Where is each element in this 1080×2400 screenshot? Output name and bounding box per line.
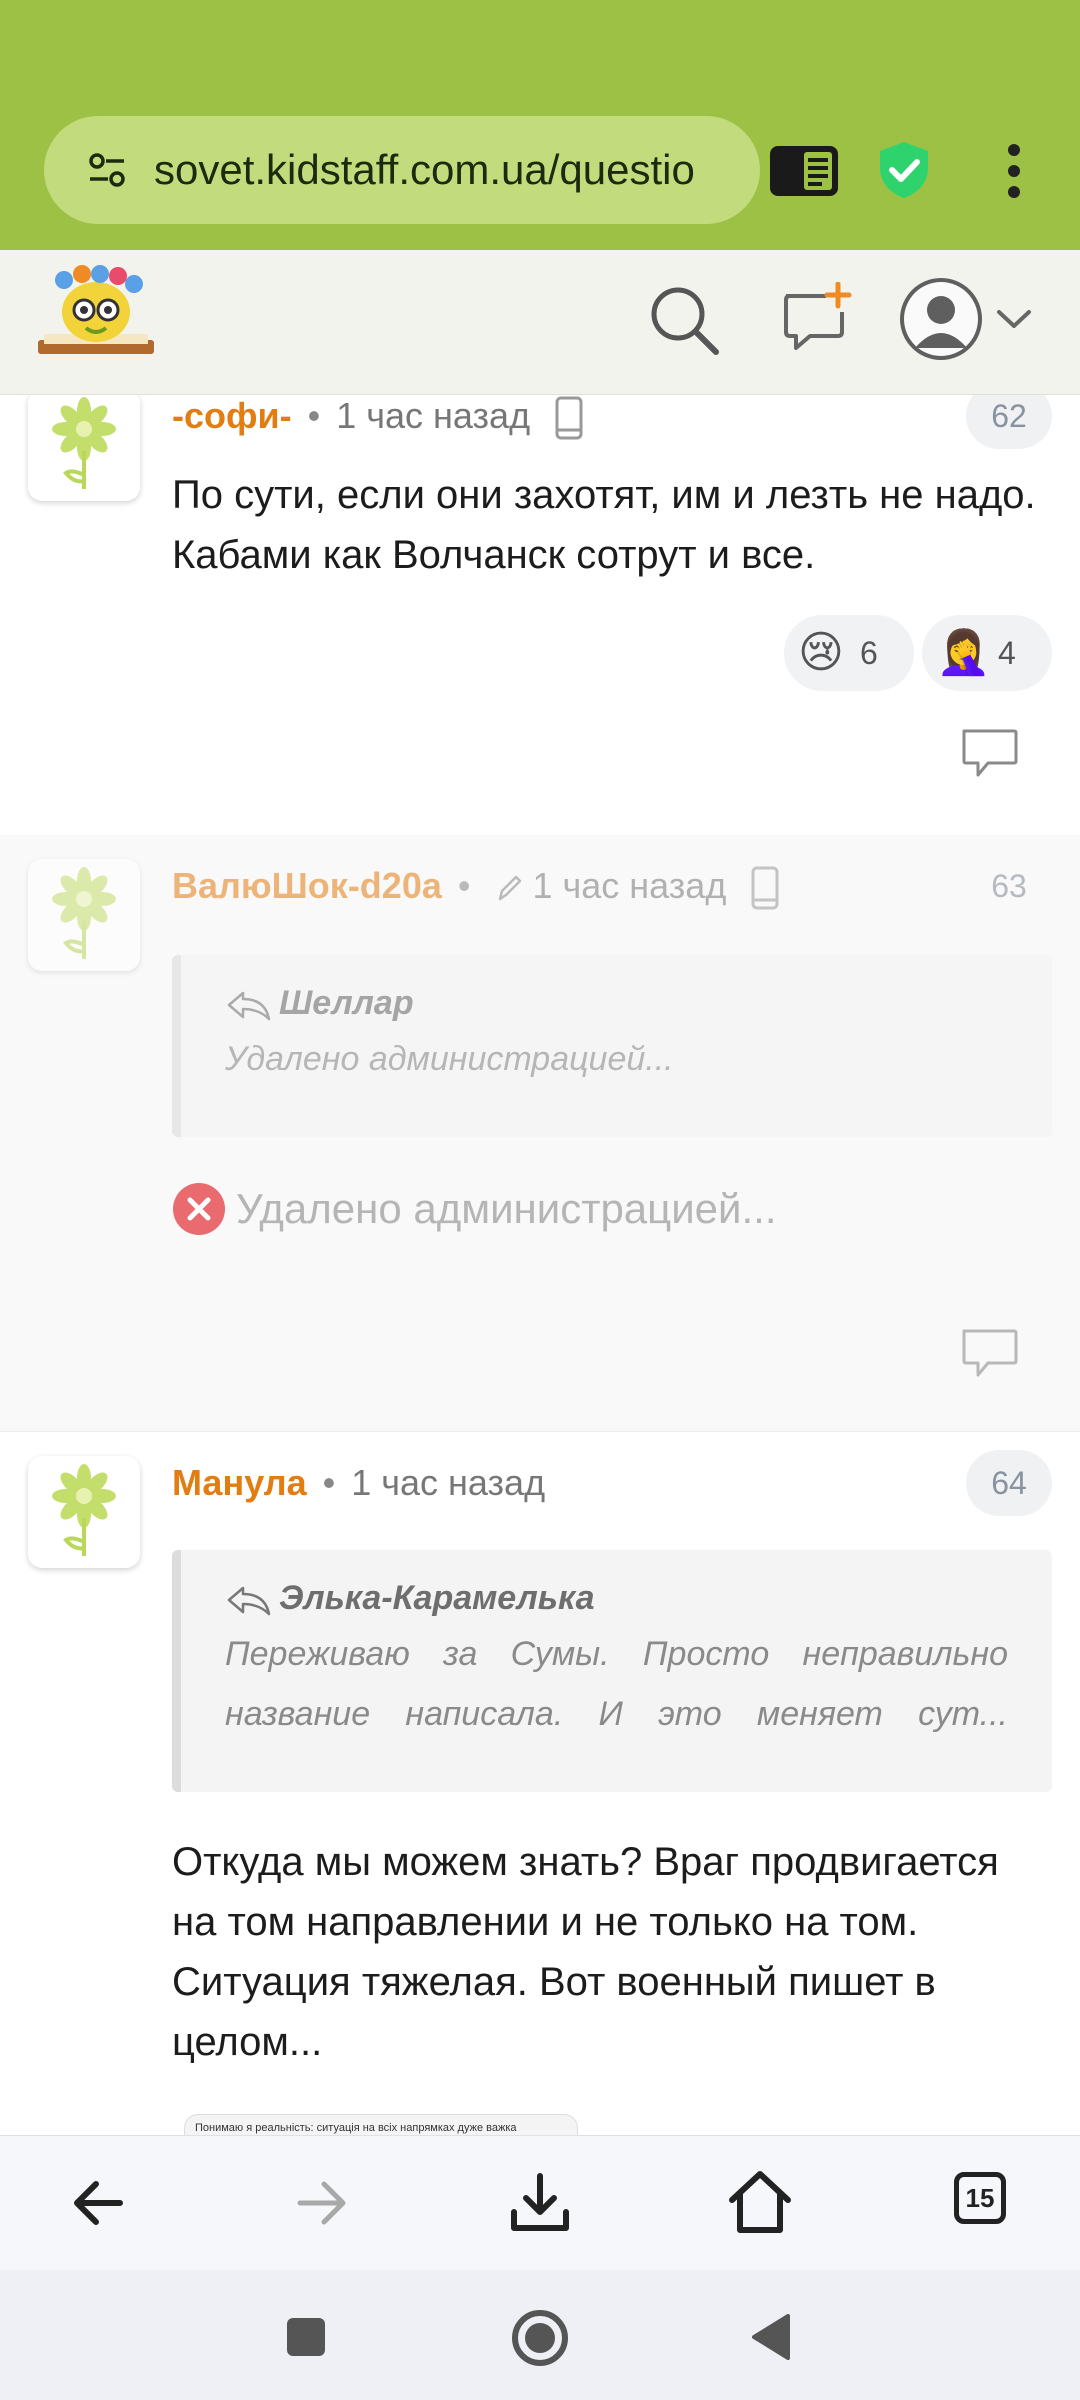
more-menu-icon[interactable] <box>1002 144 1026 198</box>
address-bar[interactable]: sovet.kidstaff.com.ua/questio <box>44 116 760 224</box>
reply-comment-icon[interactable] <box>958 1325 1020 1379</box>
quote-block[interactable]: Элька-Карамелька Переживаю за Сумы. Прос… <box>172 1550 1052 1792</box>
reaction-facepalm[interactable]: 🤦‍♀️ 4 <box>922 615 1052 691</box>
reaction-count: 6 <box>860 635 878 671</box>
forward-arrow-icon[interactable] <box>280 2166 360 2240</box>
back-button[interactable] <box>750 2312 792 2362</box>
deleted-notice: Удалено администрацией... <box>172 1181 777 1237</box>
quote-text: Переживаю за Сумы. Просто неправильно на… <box>225 1635 1008 1733</box>
deleted-text: Удалено администрацией... <box>236 1185 777 1232</box>
deleted-x-icon <box>173 1183 225 1235</box>
recent-apps-button[interactable] <box>287 2318 325 2356</box>
browser-toolbar: sovet.kidstaff.com.ua/questio <box>0 0 1080 250</box>
mobile-device-icon <box>555 396 583 440</box>
crying-face-icon: 😢 <box>798 628 844 677</box>
kidstaff-logo[interactable] <box>34 264 158 364</box>
avatar[interactable] <box>28 395 140 501</box>
quote-author: Элька-Карамелька <box>279 1579 595 1617</box>
comment-author[interactable]: Манула <box>172 1462 307 1503</box>
comment-time: 1 час назад <box>351 1462 546 1503</box>
comment-text: По сути, если они захотят, им и лезть не… <box>172 473 1036 577</box>
browser-bottom-toolbar: 15 <box>0 2135 1080 2270</box>
tabs-counter[interactable]: 15 <box>954 2172 1006 2224</box>
reader-mode-icon[interactable] <box>768 144 840 198</box>
mobile-device-icon <box>751 866 779 910</box>
flower-avatar-icon <box>52 1464 116 1556</box>
avatar[interactable] <box>28 859 140 971</box>
embedded-preview-text: Понимаю я реальність: ситуація на всіх н… <box>195 2122 517 2134</box>
reply-comment-icon[interactable] <box>958 725 1020 779</box>
download-icon[interactable] <box>500 2166 580 2240</box>
home-icon[interactable] <box>720 2166 800 2240</box>
reaction-count: 4 <box>998 635 1016 671</box>
comment-63: ВалюШок-d20a • 1 час назад 63 Шеллар Удал… <box>0 835 1080 1431</box>
avatar[interactable] <box>28 1456 140 1568</box>
chevron-down-icon[interactable] <box>996 308 1032 330</box>
quote-author: Шеллар <box>279 984 414 1022</box>
site-settings-icon[interactable] <box>88 152 126 188</box>
user-avatar[interactable] <box>900 278 982 360</box>
new-question-icon[interactable] <box>780 282 852 352</box>
embedded-image-preview[interactable]: Понимаю я реальність: ситуація на всіх н… <box>184 2114 578 2135</box>
comment-number[interactable]: 64 <box>966 1450 1052 1516</box>
comment-author[interactable]: ВалюШок-d20a <box>172 865 442 906</box>
shield-check-icon[interactable] <box>876 140 932 200</box>
url-text: sovet.kidstaff.com.ua/questio <box>154 146 695 193</box>
comment-64: Манула • 1 час назад 64 Элька-Карамелька П… <box>0 1431 1080 2135</box>
comments-list: -софи- • 1 час назад 62 По сути, если они … <box>0 395 1080 2135</box>
site-header <box>0 250 1080 395</box>
comment-time: 1 час назад <box>336 395 531 436</box>
pencil-edited-icon <box>499 876 522 901</box>
comment-author[interactable]: -софи- <box>172 395 292 436</box>
facepalm-icon: 🤦‍♀️ <box>936 628 991 677</box>
reaction-crying[interactable]: 😢 6 <box>784 615 914 691</box>
flower-avatar-icon <box>52 867 116 959</box>
comment-number[interactable]: 63 <box>966 853 1052 919</box>
comment-time: 1 час назад <box>532 865 727 906</box>
search-icon[interactable] <box>648 284 720 356</box>
quote-block[interactable]: Шеллар Удалено администрацией... <box>172 955 1052 1137</box>
comment-text: Откуда мы можем знать? Враг продвигается… <box>172 1840 999 2064</box>
flower-avatar-icon <box>52 397 116 489</box>
home-button[interactable] <box>510 2308 570 2368</box>
comment-number[interactable]: 62 <box>966 395 1052 449</box>
quote-text: Удалено администрацией... <box>225 1040 674 1078</box>
back-arrow-icon[interactable] <box>60 2166 140 2240</box>
system-navigation-bar <box>0 2270 1080 2400</box>
reply-arrow-icon <box>227 991 271 1021</box>
reply-arrow-icon <box>227 1586 271 1616</box>
